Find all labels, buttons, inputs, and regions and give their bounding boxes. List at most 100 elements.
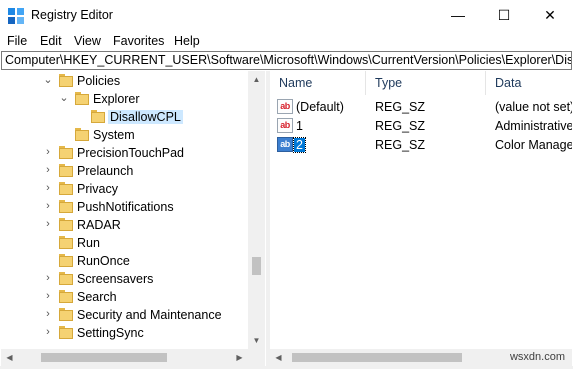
tree-item-label: Security and Maintenance [77,308,222,322]
scroll-down-arrow-icon[interactable]: ▼ [248,332,265,349]
tree-item-label: RunOnce [77,254,130,268]
value-data: Color Manage [495,138,572,152]
key-tree[interactable]: ⌄ Policies ⌄ Explorer DisallowCPL System… [1,71,268,349]
address-bar[interactable]: Computer\HKEY_CURRENT_USER\Software\Micr… [1,51,572,70]
minimize-button[interactable]: — [435,0,481,31]
tree-item-explorer[interactable]: ⌄ Explorer [1,90,248,108]
tree-item-label: Policies [77,74,121,88]
scroll-left-arrow-icon[interactable]: ◀ [1,349,18,366]
folder-icon [75,128,89,141]
maximize-button[interactable]: ☐ [481,0,527,31]
string-value-icon: ab [277,99,293,114]
tree-item-pushnotifications[interactable]: › PushNotifications [1,198,248,216]
value-name: (Default) [296,100,344,114]
tree-item-radar[interactable]: › RADAR [1,216,248,234]
tree-item-label: Run [77,236,100,250]
values-list[interactable]: Name Type Data ab (Default) REG_SZ (valu… [270,71,572,349]
tree-horizontal-scrollbar[interactable]: ◀ ▶ [1,349,248,366]
folder-icon [59,74,73,87]
menu-help[interactable]: Help [174,34,200,48]
folder-icon [75,92,89,105]
tree-item-label: RADAR [77,218,121,232]
tree-item-label: Prelaunch [77,164,134,178]
tree-item-disallowcpl[interactable]: DisallowCPL [1,108,248,126]
scroll-thumb[interactable] [252,257,261,275]
window-title: Registry Editor [31,8,113,22]
folder-icon [59,308,73,321]
title-bar: Registry Editor — ☐ ✕ [0,0,573,31]
chevron-right-icon[interactable]: › [43,182,53,194]
folder-icon [59,290,73,303]
tree-item-label: Screensavers [77,272,154,286]
value-type: REG_SZ [375,100,426,114]
tree-item-screensavers[interactable]: › Screensavers [1,270,248,288]
tree-item-search[interactable]: › Search [1,288,248,306]
folder-icon [59,200,73,213]
folder-icon [59,164,73,177]
tree-item-runonce[interactable]: RunOnce [1,252,248,270]
folder-icon [59,218,73,231]
tree-item-label: DisallowCPL [108,110,183,124]
string-value-icon: ab [277,137,293,152]
column-header-name[interactable]: Name [270,71,366,95]
value-name: 1 [296,119,303,133]
scroll-up-arrow-icon[interactable]: ▲ [248,71,265,88]
scrollbar-corner [248,349,265,366]
value-type: REG_SZ [375,119,426,133]
tree-item-label: Privacy [77,182,118,196]
folder-icon [59,272,73,285]
tree-item-label: SettingSync [77,326,144,340]
value-row[interactable]: ab 1 REG_SZ Administrative [270,117,572,135]
tree-item-settingsync[interactable]: › SettingSync [1,324,248,342]
folder-icon [59,182,73,195]
tree-item-system[interactable]: System [1,126,248,144]
folder-icon [59,326,73,339]
scroll-thumb[interactable] [292,353,462,362]
chevron-right-icon[interactable]: › [43,326,53,338]
tree-item-label: System [93,128,135,142]
chevron-down-icon[interactable]: ⌄ [59,92,69,104]
menu-favorites[interactable]: Favorites [113,34,164,48]
chevron-right-icon[interactable]: › [43,146,53,158]
column-header-type[interactable]: Type [366,71,486,95]
folder-icon [91,110,105,123]
chevron-down-icon[interactable]: ⌄ [43,74,53,86]
watermark-text: wsxdn.com [509,351,565,363]
scroll-right-arrow-icon[interactable]: ▶ [231,349,248,366]
chevron-right-icon[interactable]: › [43,272,53,284]
folder-icon [59,236,73,249]
tree-item-label: PushNotifications [77,200,174,214]
tree-item-policies[interactable]: ⌄ Policies [1,72,248,90]
chevron-right-icon[interactable]: › [43,308,53,320]
value-data: Administrative [495,119,572,133]
value-row-selected[interactable]: ab 2 REG_SZ Color Manage [270,136,572,154]
chevron-right-icon[interactable]: › [43,290,53,302]
menu-bar: File Edit View Favorites Help [0,31,573,51]
registry-editor-icon [8,8,24,24]
close-button[interactable]: ✕ [527,0,573,31]
chevron-right-icon[interactable]: › [43,218,53,230]
value-name[interactable]: 2 [293,137,306,153]
menu-edit[interactable]: Edit [40,34,62,48]
value-row[interactable]: ab (Default) REG_SZ (value not set) [270,98,572,116]
chevron-right-icon[interactable]: › [43,164,53,176]
scroll-left-arrow-icon[interactable]: ◀ [270,349,287,366]
column-header-data[interactable]: Data [486,71,572,95]
tree-item-label: Search [77,290,117,304]
tree-item-label: Explorer [93,92,140,106]
chevron-right-icon[interactable]: › [43,200,53,212]
tree-vertical-scrollbar[interactable]: ▲ ▼ [248,71,265,349]
value-data: (value not set) [495,100,572,114]
folder-icon [59,146,73,159]
tree-item-prelaunch[interactable]: › Prelaunch [1,162,248,180]
string-value-icon: ab [277,118,293,133]
menu-view[interactable]: View [74,34,101,48]
scroll-thumb[interactable] [41,353,167,362]
tree-item-precisiontouchpad[interactable]: › PrecisionTouchPad [1,144,248,162]
tree-item-privacy[interactable]: › Privacy [1,180,248,198]
tree-item-label: PrecisionTouchPad [77,146,185,160]
tree-item-security-and-maintenance[interactable]: › Security and Maintenance [1,306,248,324]
menu-file[interactable]: File [7,34,27,48]
folder-icon [59,254,73,267]
tree-item-run[interactable]: Run [1,234,248,252]
